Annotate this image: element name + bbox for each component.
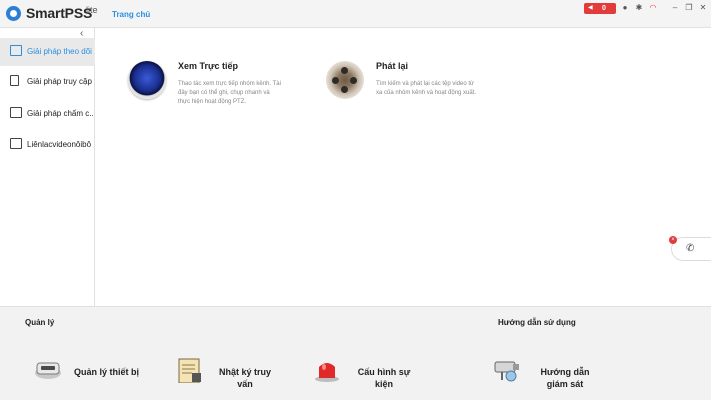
- minimize-icon[interactable]: –: [670, 3, 680, 13]
- app-name: SmartPSS: [26, 5, 93, 21]
- gauge-icon[interactable]: ◠: [648, 3, 658, 13]
- app-logo-icon: [6, 6, 21, 21]
- live-view-title: Xem Trực tiếp: [178, 61, 239, 71]
- phone-icon: ✆: [686, 243, 695, 254]
- security-camera-icon: [494, 361, 519, 382]
- playback-description: Tìm kiếm và phát lại các tệp video từ xa…: [376, 81, 477, 96]
- alarm-button[interactable]: ◀ 0: [584, 3, 616, 14]
- gear-icon[interactable]: ✱: [634, 3, 644, 13]
- guide-section-title: Hướng dẫn sử dụng: [498, 318, 576, 327]
- log-query-button[interactable]: Nhật ký truy vấn: [177, 357, 287, 391]
- restore-icon[interactable]: ❐: [684, 3, 694, 13]
- tool-label: Nhật ký truy vấn: [218, 367, 271, 389]
- sidebar-item-intercom[interactable]: Liênlacvideonôibô: [0, 131, 95, 159]
- bottom-panel: Quản lý Hướng dẫn sử dụng Quản lý thiết …: [0, 306, 711, 400]
- sidebar-item-monitoring[interactable]: Giải pháp theo dõi: [0, 38, 95, 66]
- sidebar-item-label: Giải pháp theo dõi: [27, 47, 92, 56]
- log-book-icon: [178, 358, 201, 383]
- manage-section-title: Quản lý: [25, 318, 55, 327]
- film-reel-icon: [326, 61, 364, 99]
- device-icon: [35, 362, 61, 379]
- playback-tile[interactable]: Phát lại Tìm kiếm và phát lại các tệp vi…: [326, 61, 506, 111]
- device-manager-button[interactable]: Quản lý thiết bị: [34, 357, 154, 387]
- live-view-tile[interactable]: Xem Trực tiếp Thao tác xem trực tiếp nhó…: [128, 61, 308, 111]
- user-icon[interactable]: ●: [620, 3, 630, 13]
- tab-home[interactable]: Trang chủ: [112, 10, 150, 19]
- close-call-widget-icon[interactable]: ×: [669, 236, 677, 244]
- sidebar-item-attendance[interactable]: Giải pháp chấm c...: [0, 100, 95, 128]
- alarm-siren-icon: [315, 363, 339, 382]
- app-edition: lite: [86, 5, 98, 15]
- speaker-icon: ◀: [588, 5, 593, 11]
- intercom-icon: [10, 138, 22, 149]
- call-widget[interactable]: ✆: [671, 237, 711, 261]
- playback-title: Phát lại: [376, 61, 409, 71]
- door-icon: [10, 75, 19, 86]
- tool-label: Hướng dẫn giám sát: [540, 367, 590, 389]
- close-icon[interactable]: ✕: [698, 3, 708, 13]
- live-view-description: Thao tác xem trực tiếp nhóm kênh. Tài đâ…: [178, 81, 281, 105]
- title-bar: SmartPSS lite Trang chủ ◀ 0 ● ✱ ◠ – ❐ ✕: [0, 0, 711, 28]
- sidebar: ‹ Giải pháp theo dõi Giải pháp truy cập …: [0, 28, 95, 306]
- sidebar-item-access[interactable]: Giải pháp truy cập: [0, 68, 95, 96]
- camera-icon: [10, 45, 22, 56]
- event-config-button[interactable]: Cấu hình sự kiện: [313, 357, 423, 391]
- sidebar-item-label: Liênlacvideonôibô: [27, 140, 92, 149]
- monitoring-guide-button[interactable]: Hướng dẫn giám sát: [494, 357, 604, 391]
- alarm-count: 0: [602, 5, 606, 12]
- tool-label: Quản lý thiết bị: [74, 367, 140, 377]
- sidebar-item-label: Giải pháp chấm c...: [27, 109, 93, 118]
- tool-label: Cấu hình sự kiện: [357, 367, 411, 389]
- sidebar-item-label: Giải pháp truy cập: [27, 77, 92, 86]
- live-view-icon: [128, 61, 166, 99]
- calendar-check-icon: [10, 107, 22, 118]
